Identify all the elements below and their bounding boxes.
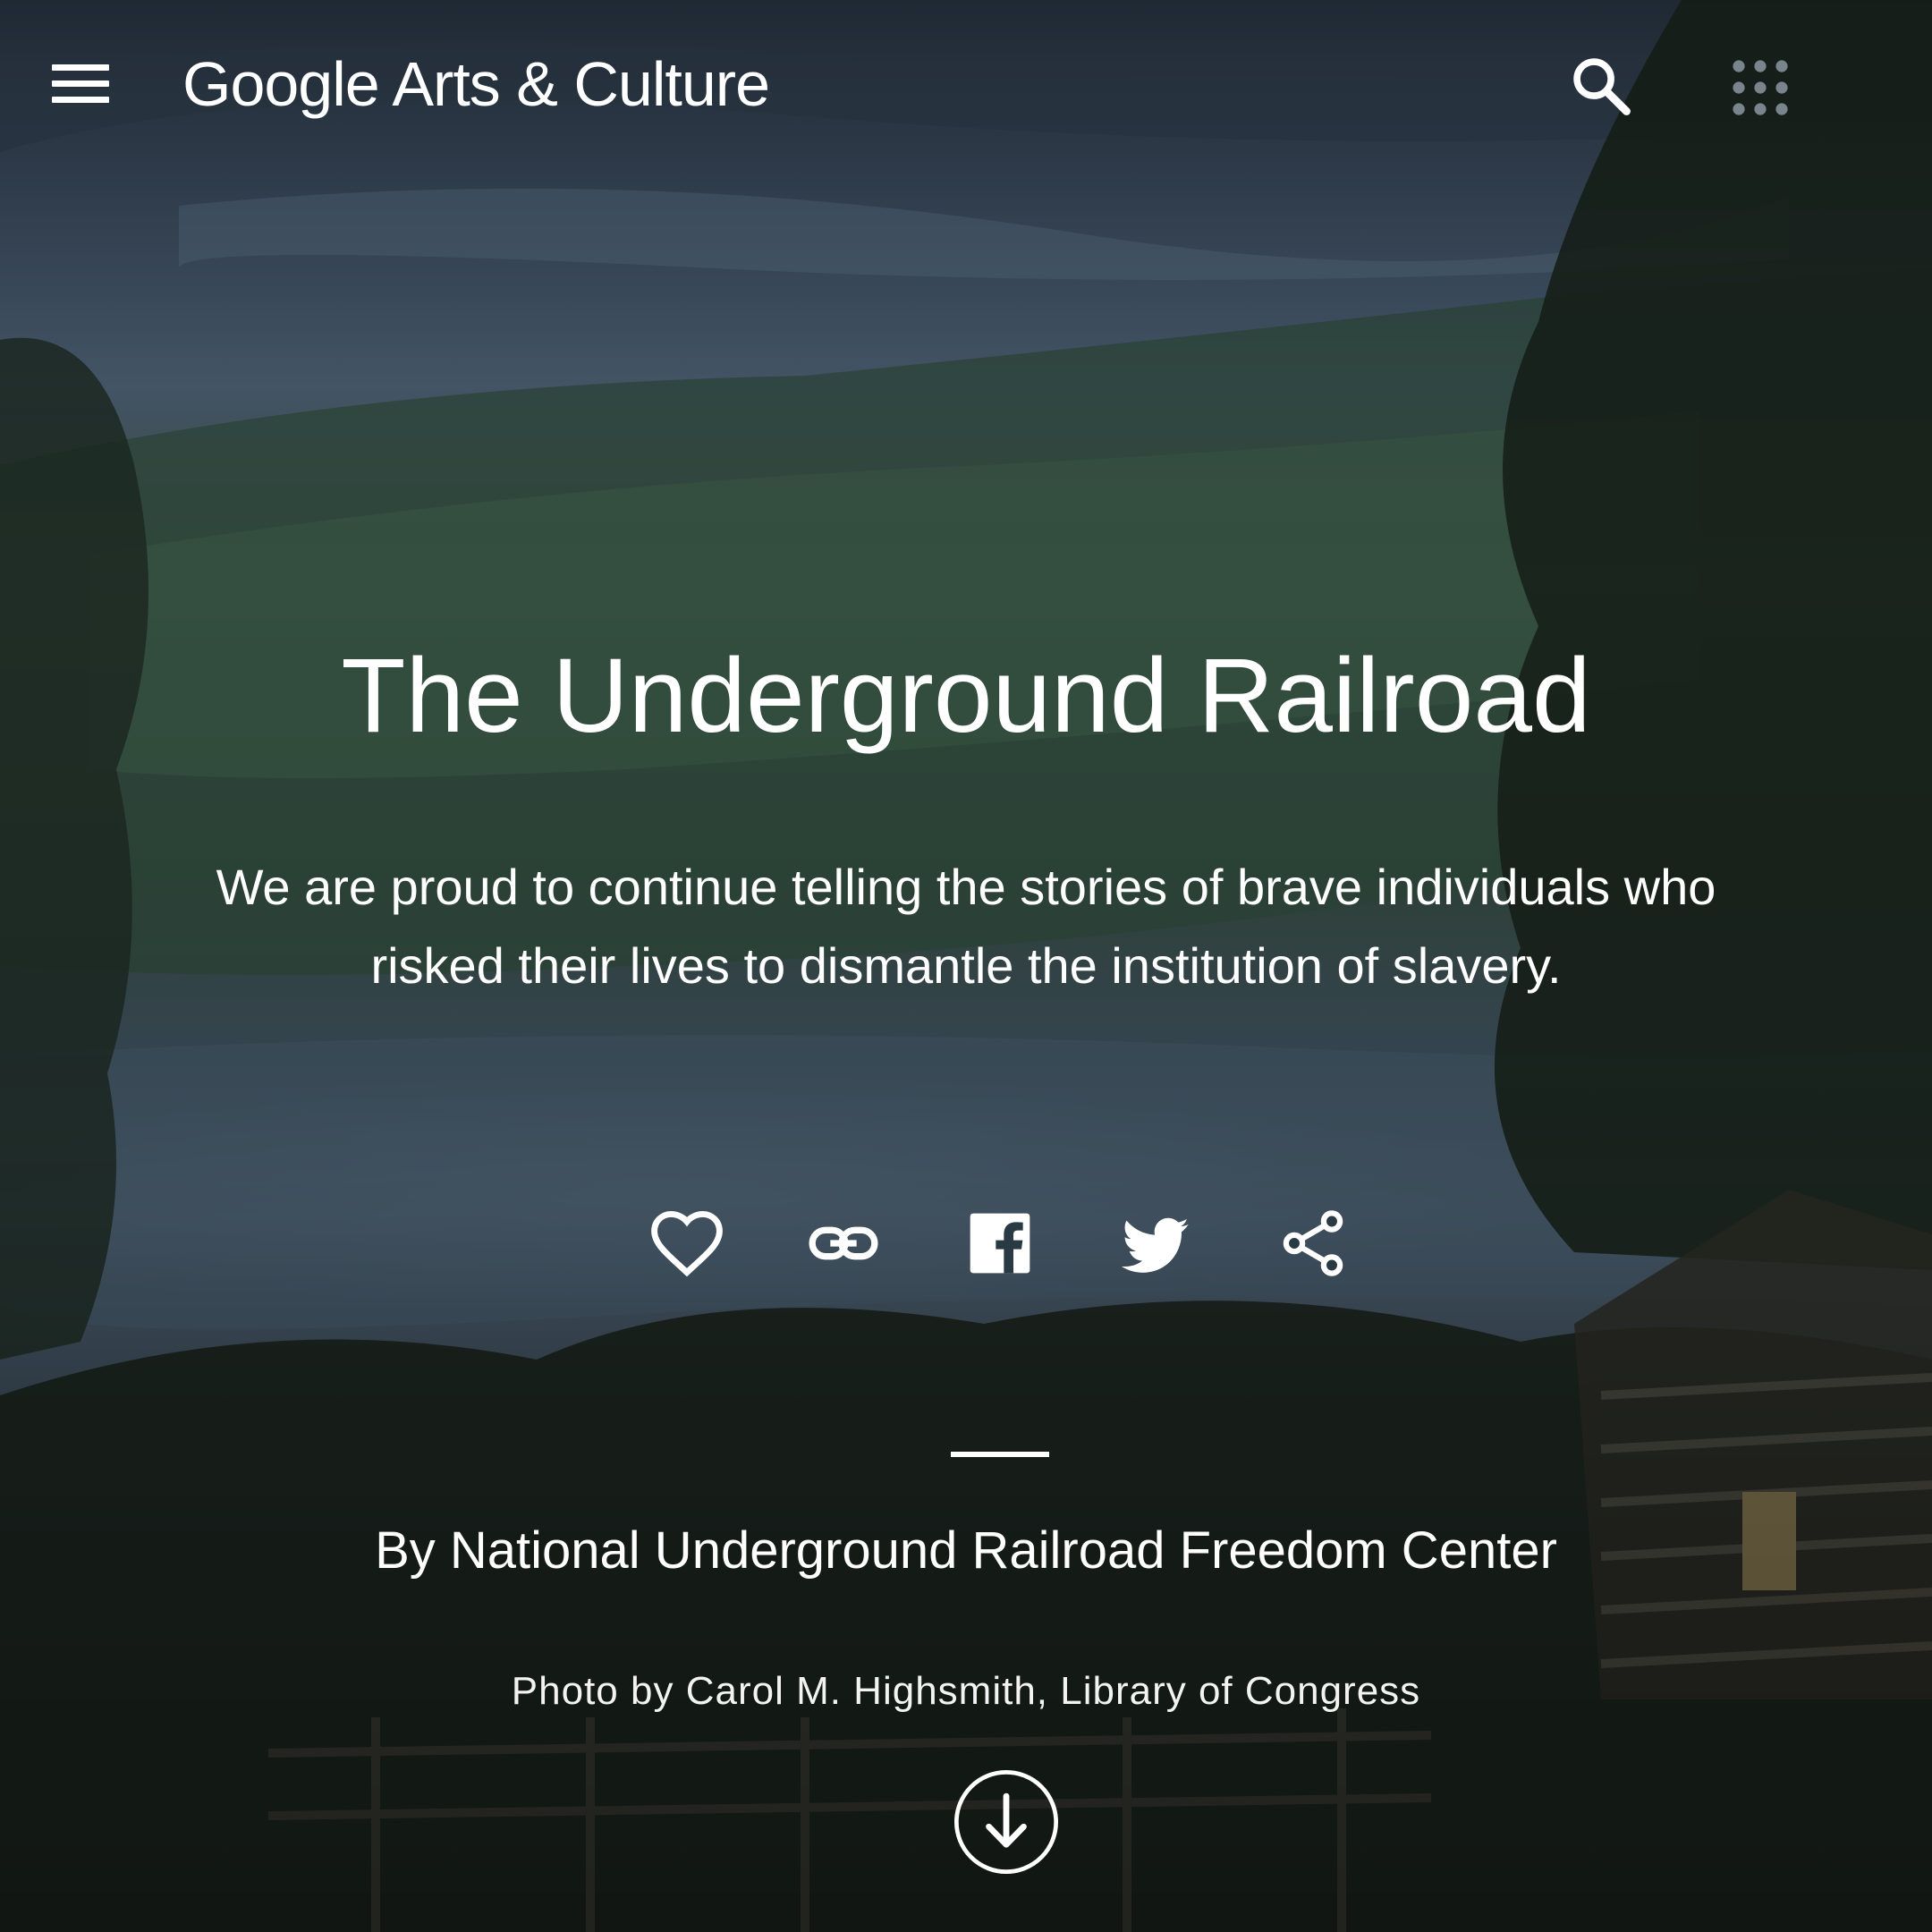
apps-button[interactable] — [1728, 55, 1792, 120]
page-subtitle: We are proud to continue telling the sto… — [216, 859, 1716, 994]
copy-link-button[interactable] — [799, 1199, 888, 1288]
link-icon — [809, 1226, 878, 1260]
twitter-share-button[interactable] — [1112, 1199, 1201, 1288]
page-title: The Underground Railroad — [341, 637, 1591, 755]
search-icon — [1573, 58, 1631, 115]
facebook-share-button[interactable] — [955, 1199, 1045, 1288]
brand-logo[interactable]: Google Arts & Culture — [182, 48, 770, 120]
share-icon — [1283, 1210, 1343, 1276]
apps-grid-icon — [1733, 60, 1788, 115]
facebook-icon — [970, 1213, 1030, 1274]
menu-button[interactable] — [45, 55, 116, 113]
photo-credit: Photo by Carol M. Highsmith, Library of … — [511, 1669, 1421, 1713]
scroll-down-button[interactable] — [950, 1766, 1063, 1878]
share-button[interactable] — [1268, 1199, 1358, 1288]
hamburger-menu-icon — [52, 97, 109, 103]
search-button[interactable] — [1567, 52, 1635, 120]
brand-google: Google — [182, 49, 380, 119]
story-cover: Google Arts & Culture The Underground Ra… — [0, 0, 1932, 1932]
arrow-down-circle-icon — [953, 1769, 1059, 1875]
partner-byline[interactable]: By National Underground Railroad Freedom… — [0, 1521, 1932, 1580]
favorite-button[interactable] — [642, 1199, 732, 1288]
twitter-icon — [1122, 1217, 1189, 1273]
hamburger-menu-icon — [52, 64, 109, 71]
hamburger-menu-icon — [52, 80, 109, 87]
top-app-bar: Google Arts & Culture — [0, 0, 1932, 170]
section-divider — [951, 1452, 1049, 1457]
brand-arts-culture: Arts & Culture — [378, 49, 770, 119]
share-actions — [0, 1199, 1932, 1288]
heart-icon — [651, 1210, 723, 1277]
